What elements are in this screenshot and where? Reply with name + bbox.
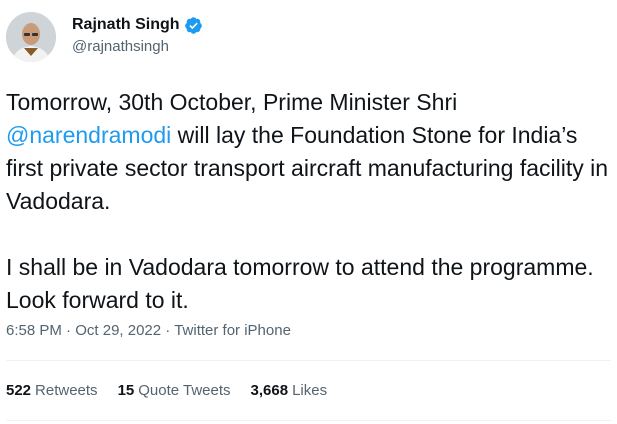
author-handle[interactable]: @rajnathsingh bbox=[72, 38, 203, 55]
tweet-text-part: Tomorrow, 30th October, Prime Minister S… bbox=[6, 89, 458, 115]
tweet-paragraph: I shall be in Vadodara tomorrow to atten… bbox=[6, 254, 594, 313]
tweet-paragraph: Tomorrow, 30th October, Prime Minister S… bbox=[6, 86, 611, 218]
author-info: Rajnath Singh @rajnathsingh bbox=[72, 14, 203, 55]
meta-separator: · bbox=[61, 322, 76, 339]
tweet-metadata: 6:58 PM · Oct 29, 2022 · Twitter for iPh… bbox=[6, 322, 291, 339]
divider bbox=[6, 360, 611, 361]
avatar[interactable] bbox=[6, 12, 56, 62]
quote-tweets-stat[interactable]: 15 Quote Tweets bbox=[118, 382, 231, 399]
tweet-source-link[interactable]: Twitter for iPhone bbox=[174, 322, 291, 339]
retweets-label: Retweets bbox=[35, 382, 98, 399]
verified-badge-icon bbox=[184, 16, 203, 35]
retweets-count: 522 bbox=[6, 382, 32, 399]
tweet-text: Tomorrow, 30th October, Prime Minister S… bbox=[6, 86, 611, 317]
retweets-stat[interactable]: 522 Retweets bbox=[6, 382, 98, 399]
likes-count: 3,668 bbox=[250, 382, 289, 399]
tweet-stats: 522 Retweets 15 Quote Tweets 3,668 Likes bbox=[6, 382, 327, 399]
tweet-date-link[interactable]: Oct 29, 2022 bbox=[75, 322, 161, 339]
divider bbox=[6, 420, 611, 421]
mention-link[interactable]: @narendramodi bbox=[6, 122, 171, 148]
meta-separator: · bbox=[161, 322, 175, 339]
avatar-photo-icon bbox=[6, 12, 56, 62]
quote-tweets-label: Quote Tweets bbox=[138, 382, 231, 399]
quote-tweets-count: 15 bbox=[117, 382, 135, 399]
tweet-time-link[interactable]: 6:58 PM bbox=[6, 322, 62, 339]
author-display-name[interactable]: Rajnath Singh bbox=[72, 16, 180, 34]
likes-stat[interactable]: 3,668 Likes bbox=[251, 382, 328, 399]
likes-label: Likes bbox=[292, 382, 328, 399]
